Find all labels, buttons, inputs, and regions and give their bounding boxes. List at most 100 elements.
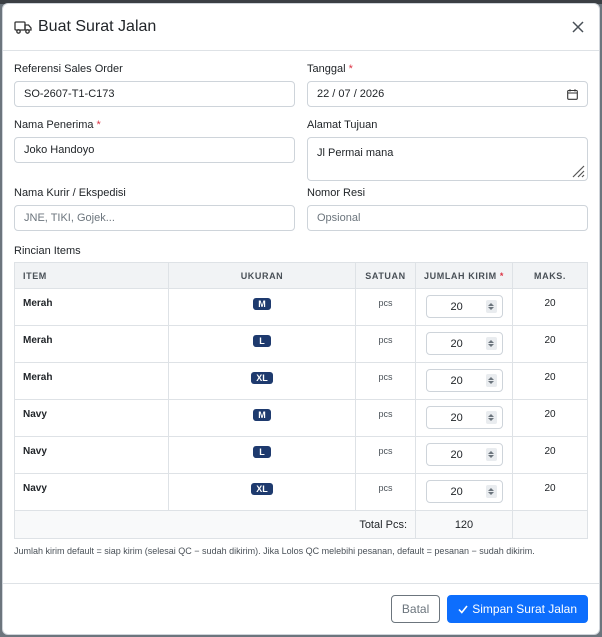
item-name: Merah <box>14 325 169 363</box>
qty-cell: 20 <box>415 325 513 363</box>
spinner-icon[interactable] <box>485 374 497 387</box>
modal-body: Referensi Sales Order SO-2607-T1-C173 Ta… <box>3 51 599 556</box>
total-empty-cell <box>512 510 588 539</box>
col-header-qty: JUMLAH KIRIM * <box>415 262 513 289</box>
item-name: Navy <box>14 436 169 474</box>
size-cell: M <box>168 399 356 437</box>
size-badge: L <box>253 335 271 347</box>
size-badge: M <box>253 409 271 421</box>
close-icon <box>572 21 584 33</box>
qty-cell: 20 <box>415 436 513 474</box>
courier-placeholder: JNE, TIKI, Gojek... <box>24 212 115 224</box>
required-mark: * <box>348 63 353 75</box>
unit-cell: pcs <box>355 399 416 437</box>
spinner-icon[interactable] <box>485 485 497 498</box>
modal-header: Buat Surat Jalan <box>3 4 599 51</box>
table-row: Merah XL pcs 20 20 <box>14 362 588 400</box>
recipient-value: Joko Handoyo <box>24 144 95 156</box>
quantity-stepper[interactable]: 20 <box>425 480 503 503</box>
address-value: Jl Permai mana <box>317 147 394 159</box>
table-row: Merah Mpcs 20 20 <box>14 288 588 326</box>
date-field[interactable]: 22 / 07 / 2026 <box>307 81 588 107</box>
item-name: Navy <box>14 399 169 437</box>
quantity-value: 20 <box>450 485 463 498</box>
unit-cell: pcs <box>355 436 416 474</box>
quantity-value: 20 <box>450 300 463 313</box>
unit-cell: pcs <box>355 473 416 511</box>
col-header-unit: SATUAN <box>355 262 416 289</box>
size-cell: XL <box>168 473 356 511</box>
tracking-placeholder: Opsional <box>317 212 361 224</box>
size-badge: XL <box>251 372 273 384</box>
max-cell: 20 <box>512 325 588 363</box>
table-row: Navy Mpcs 20 20 <box>14 399 588 437</box>
total-label: Total Pcs: <box>14 510 416 539</box>
qty-cell: 20 <box>415 399 513 437</box>
item-name: Merah <box>14 362 169 400</box>
table-row: Merah Lpcs 20 20 <box>14 325 588 363</box>
address-textarea[interactable]: Jl Permai mana <box>307 137 588 181</box>
size-cell: M <box>168 288 356 326</box>
recipient-label: Nama Penerima * <box>14 119 101 131</box>
size-cell: L <box>168 325 356 363</box>
total-value: 120 <box>415 510 513 539</box>
quantity-stepper[interactable]: 20 <box>425 295 503 318</box>
check-icon <box>458 605 468 614</box>
item-name: Navy <box>14 473 169 511</box>
table-row: Navy Lpcs 20 20 <box>14 436 588 474</box>
unit-cell: pcs <box>355 288 416 326</box>
cancel-button[interactable]: Batal <box>390 595 441 623</box>
quantity-value: 20 <box>450 337 463 350</box>
required-mark: * <box>96 119 101 131</box>
resize-grip-icon[interactable] <box>569 162 585 178</box>
recipient-field[interactable]: Joko Handoyo <box>14 137 295 163</box>
save-label: Simpan Surat Jalan <box>472 602 577 616</box>
items-table: ITEM UKURAN SATUAN JUMLAH KIRIM * MAKS. … <box>14 262 588 539</box>
close-button[interactable] <box>568 17 588 37</box>
date-label: Tanggal * <box>307 63 353 75</box>
quantity-stepper[interactable]: 20 <box>425 332 503 355</box>
col-header-item: ITEM <box>14 262 169 289</box>
sales-order-value: SO-2607-T1-C173 <box>24 88 115 100</box>
max-cell: 20 <box>512 362 588 400</box>
modal-title-text: Buat Surat Jalan <box>38 18 157 35</box>
qty-cell: 20 <box>415 288 513 326</box>
modal-title: Buat Surat Jalan <box>14 18 156 36</box>
max-cell: 20 <box>512 473 588 511</box>
quantity-value: 20 <box>450 411 463 424</box>
quantity-note: Jumlah kirim default = siap kirim (seles… <box>14 546 535 556</box>
quantity-stepper[interactable]: 20 <box>425 369 503 392</box>
tracking-number-field[interactable]: Opsional <box>307 205 588 231</box>
save-delivery-button[interactable]: Simpan Surat Jalan <box>447 595 588 623</box>
courier-label: Nama Kurir / Ekspedisi <box>14 187 126 199</box>
calendar-icon[interactable] <box>567 88 578 100</box>
quantity-value: 20 <box>450 374 463 387</box>
tracking-label: Nomor Resi <box>307 187 366 199</box>
qty-cell: 20 <box>415 473 513 511</box>
max-cell: 20 <box>512 288 588 326</box>
sales-order-label: Referensi Sales Order <box>14 63 123 75</box>
quantity-stepper[interactable]: 20 <box>425 443 503 466</box>
courier-field[interactable]: JNE, TIKI, Gojek... <box>14 205 295 231</box>
quantity-stepper[interactable]: 20 <box>425 406 503 429</box>
qty-cell: 20 <box>415 362 513 400</box>
sales-order-field[interactable]: SO-2607-T1-C173 <box>14 81 295 107</box>
item-name: Merah <box>14 288 169 326</box>
create-delivery-modal: Buat Surat Jalan Referensi Sales Order S… <box>2 3 600 635</box>
address-label: Alamat Tujuan <box>307 119 378 131</box>
quantity-value: 20 <box>450 448 463 461</box>
unit-cell: pcs <box>355 362 416 400</box>
col-header-size: UKURAN <box>168 262 356 289</box>
spinner-icon[interactable] <box>485 448 497 461</box>
spinner-icon[interactable] <box>485 411 497 424</box>
cancel-label: Batal <box>401 602 430 616</box>
date-value: 22 / 07 / 2026 <box>317 88 385 100</box>
size-cell: XL <box>168 362 356 400</box>
spinner-icon[interactable] <box>485 337 497 350</box>
modal-footer: Batal Simpan Surat Jalan <box>3 583 599 634</box>
size-cell: L <box>168 436 356 474</box>
size-badge: XL <box>251 483 273 495</box>
spinner-icon[interactable] <box>485 300 497 313</box>
truck-icon <box>14 21 32 34</box>
max-cell: 20 <box>512 399 588 437</box>
